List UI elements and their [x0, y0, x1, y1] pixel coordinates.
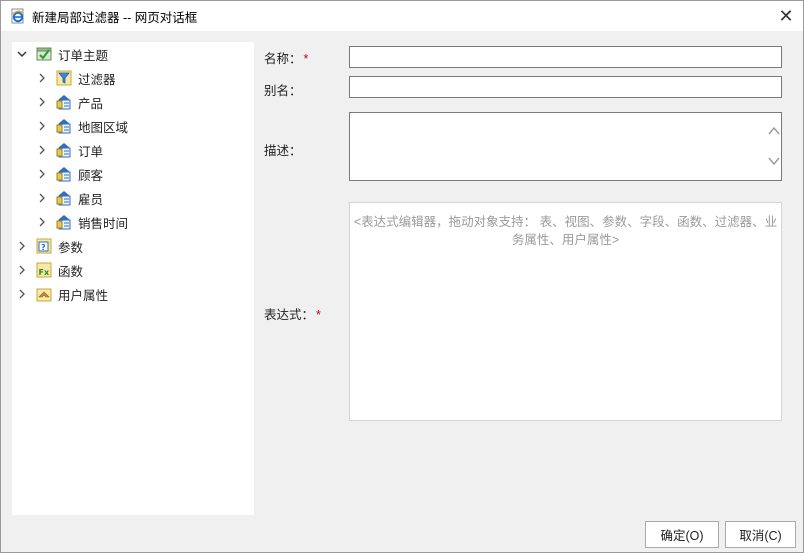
parameter-icon: ? [36, 238, 52, 254]
tree-item-label: 函数 [58, 264, 84, 279]
ok-button[interactable]: 确定(O) [645, 521, 719, 548]
description-label-text: 描述： [264, 144, 302, 158]
ie-icon [11, 8, 24, 24]
tree-item-customer[interactable]: 顾客 [36, 162, 103, 186]
chevron-right-icon[interactable] [16, 288, 28, 300]
alias-input[interactable] [349, 76, 782, 98]
close-button[interactable]: ✕ [769, 1, 803, 31]
name-label: 名称： * [264, 48, 308, 67]
object-tree[interactable]: 订单主题 过滤器 产品 地图区域 订单 顾客 雇员 销售时间 ? 参数 Fx 函… [12, 42, 254, 515]
close-icon: ✕ [778, 5, 794, 26]
window-title: 新建局部过滤器 -- 网页对话框 [32, 10, 198, 25]
expression-editor[interactable]: <表达式编辑器，拖动对象支持： 表、视图、参数、字段、函数、过滤器、业务属性、用… [349, 202, 782, 421]
description-scrollbar[interactable] [768, 126, 780, 166]
name-input[interactable] [349, 46, 782, 68]
chevron-right-icon[interactable] [36, 216, 48, 228]
scroll-up-icon[interactable] [768, 126, 780, 136]
tree-item-label: 订单 [78, 144, 104, 159]
alias-label: 别名： [264, 80, 302, 99]
filter-icon [56, 70, 72, 86]
description-textarea[interactable] [349, 112, 782, 181]
table-icon [56, 167, 71, 182]
scroll-down-icon[interactable] [768, 156, 780, 166]
tree-item-label: 顾客 [78, 168, 104, 183]
chevron-right-icon[interactable] [36, 144, 48, 156]
expression-label: 表达式： * [264, 304, 321, 323]
tree-item-map-region[interactable]: 地图区域 [36, 114, 128, 138]
dialog-body: 订单主题 过滤器 产品 地图区域 订单 顾客 雇员 销售时间 ? 参数 Fx 函… [1, 31, 803, 552]
table-icon [56, 215, 71, 230]
chevron-right-icon[interactable] [16, 264, 28, 276]
description-label: 描述： [264, 140, 302, 159]
chevron-right-icon[interactable] [36, 72, 48, 84]
tree-item-label: 地图区域 [78, 120, 129, 135]
filter-form: 名称： * 别名： 描述： 表达式： * <表达式编辑器，拖动对象支持： 表、视… [254, 42, 791, 515]
alias-label-text: 别名： [264, 84, 302, 98]
tree-item-functions[interactable]: Fx 函数 [16, 258, 83, 282]
tree-item-filter[interactable]: 过滤器 [36, 66, 116, 90]
svg-text:?: ? [41, 243, 46, 252]
chevron-right-icon[interactable] [16, 240, 28, 252]
tree-item-product[interactable]: 产品 [36, 90, 103, 114]
chevron-down-icon[interactable] [16, 48, 28, 60]
chevron-right-icon[interactable] [36, 192, 48, 204]
table-icon [56, 191, 71, 206]
description-field [349, 112, 782, 181]
title-bar[interactable]: 新建局部过滤器 -- 网页对话框 ✕ [1, 1, 803, 31]
table-icon [56, 95, 71, 110]
tree-item-label: 订单主题 [58, 48, 109, 63]
chevron-right-icon[interactable] [36, 96, 48, 108]
chevron-right-icon[interactable] [36, 168, 48, 180]
tree-item-parameters[interactable]: ? 参数 [16, 234, 83, 258]
required-mark: * [303, 52, 309, 66]
required-mark: * [316, 308, 321, 322]
tree-item-label: 雇员 [78, 192, 104, 207]
expression-label-text: 表达式： [264, 308, 315, 322]
function-icon: Fx [36, 262, 52, 278]
table-icon [56, 143, 71, 158]
user-attribute-icon [36, 288, 52, 302]
dialog-window: 新建局部过滤器 -- 网页对话框 ✕ 订单主题 过滤器 产品 地图区域 订单 顾… [0, 0, 804, 553]
tree-item-label: 销售时间 [78, 216, 129, 231]
name-label-text: 名称： [264, 52, 302, 66]
expression-placeholder: <表达式编辑器，拖动对象支持： 表、视图、参数、字段、函数、过滤器、业务属性、用… [353, 215, 778, 247]
tree-item-label: 用户属性 [58, 288, 109, 303]
subject-check-icon [36, 47, 52, 61]
tree-item-sales-time[interactable]: 销售时间 [36, 210, 128, 234]
tree-item-label: 产品 [78, 96, 104, 111]
tree-item-order-subject[interactable]: 订单主题 [16, 42, 108, 66]
tree-item-order[interactable]: 订单 [36, 138, 103, 162]
cancel-button[interactable]: 取消(C) [725, 521, 796, 548]
table-icon [56, 119, 71, 134]
tree-item-label: 参数 [58, 240, 84, 255]
tree-item-user-attributes[interactable]: 用户属性 [16, 282, 108, 306]
tree-item-employee[interactable]: 雇员 [36, 186, 103, 210]
chevron-right-icon[interactable] [36, 120, 48, 132]
tree-item-label: 过滤器 [78, 72, 116, 87]
svg-text:Fx: Fx [39, 268, 50, 277]
